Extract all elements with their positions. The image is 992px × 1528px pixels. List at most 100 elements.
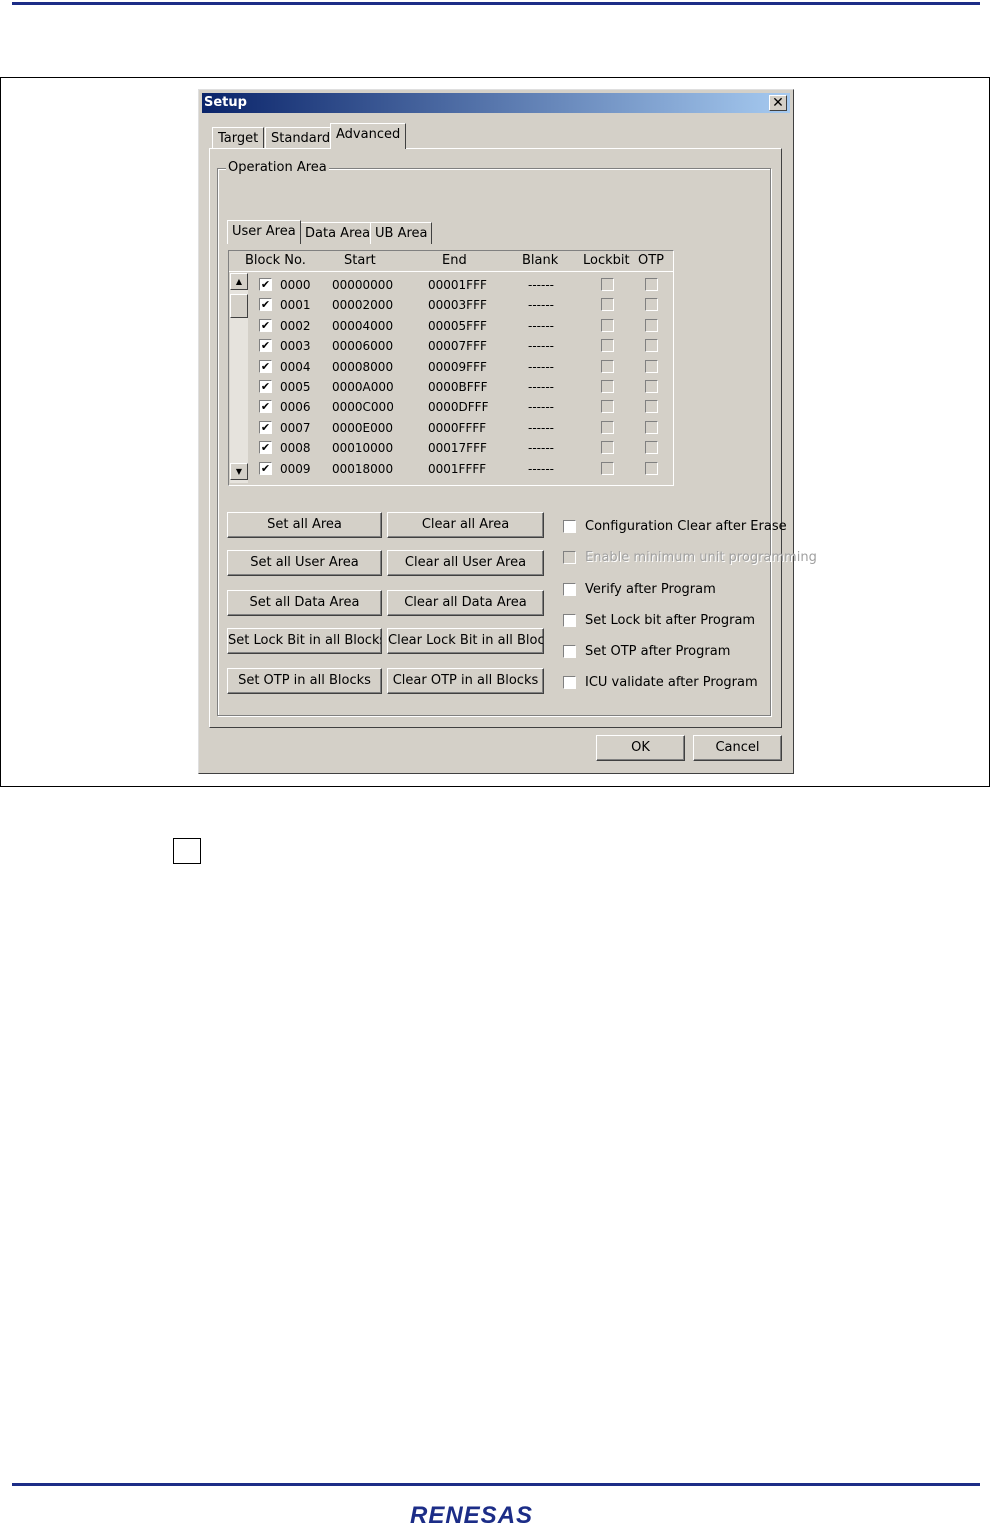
- ok-button[interactable]: OK: [596, 735, 685, 761]
- row-enable-checkbox[interactable]: ✔: [259, 441, 272, 455]
- cell-start: 0000C000: [332, 400, 394, 415]
- cell-otp-checkbox[interactable]: [645, 298, 658, 312]
- cell-blank: ------: [528, 461, 554, 476]
- row-enable-checkbox[interactable]: ✔: [259, 359, 272, 373]
- column-lockbit[interactable]: Lockbit: [583, 253, 630, 268]
- row-enable-checkbox[interactable]: ✔: [259, 420, 272, 434]
- option-label: Set Lock bit after Program: [585, 613, 756, 628]
- cell-block-no: 0009: [280, 461, 311, 476]
- dialog-titlebar[interactable]: Setup ✕: [202, 93, 790, 113]
- cell-lockbit-checkbox[interactable]: [601, 420, 614, 434]
- cell-otp-checkbox[interactable]: [645, 400, 658, 414]
- cell-block-no: 0008: [280, 441, 311, 456]
- cell-otp-checkbox[interactable]: [645, 278, 658, 291]
- cell-otp-checkbox[interactable]: [645, 318, 658, 332]
- cell-block-no: 0004: [280, 359, 311, 374]
- cell-block-no: 0001: [280, 298, 311, 313]
- button-clear-all-area[interactable]: Clear all Area: [387, 512, 544, 538]
- cell-lockbit-checkbox[interactable]: [601, 318, 614, 332]
- cell-otp-checkbox[interactable]: [645, 359, 658, 373]
- row-enable-checkbox[interactable]: ✔: [259, 318, 272, 332]
- tab-advanced[interactable]: Advanced: [330, 123, 407, 149]
- cell-block-no: 0006: [280, 400, 311, 415]
- cell-otp-checkbox[interactable]: [645, 380, 658, 393]
- cell-end: 0000FFFF: [428, 420, 487, 435]
- scroll-down-icon: ▼: [235, 467, 243, 476]
- footer-rule: [12, 1483, 980, 1486]
- cell-blank: ------: [528, 380, 554, 394]
- cell-lockbit-checkbox[interactable]: [601, 400, 614, 414]
- cell-start: 00002000: [332, 298, 394, 313]
- cell-start: 00010000: [332, 441, 394, 456]
- cell-otp-checkbox[interactable]: [645, 420, 658, 434]
- button-set-all-user-area[interactable]: Set all User Area: [227, 550, 382, 576]
- button-set-lock-bit-in-all-blocks[interactable]: Set Lock Bit in all Blocks: [227, 628, 382, 654]
- row-enable-checkbox[interactable]: ✔: [259, 380, 272, 393]
- table-row[interactable]: ✔ 0008 00010000 00017FFF ------: [249, 438, 673, 458]
- button-clear-all-data-area[interactable]: Clear all Data Area: [387, 590, 544, 616]
- table-row[interactable]: ✔ 0007 0000E000 0000FFFF ------: [249, 418, 673, 438]
- operation-area-label: Operation Area: [226, 160, 329, 175]
- cell-end: 00005FFF: [428, 318, 487, 333]
- button-set-all-data-area[interactable]: Set all Data Area: [227, 590, 382, 616]
- cell-lockbit-checkbox[interactable]: [601, 359, 614, 373]
- cell-otp-checkbox[interactable]: [645, 461, 658, 475]
- subtab-data-area[interactable]: Data Area: [300, 222, 376, 244]
- cell-lockbit-checkbox[interactable]: [601, 278, 614, 291]
- row-enable-checkbox[interactable]: ✔: [259, 461, 272, 475]
- block-list[interactable]: Block No. Start End Blank Lockbit OTP ▲ …: [228, 250, 674, 486]
- scroll-up-button[interactable]: ▲: [230, 273, 248, 290]
- row-enable-checkbox[interactable]: ✔: [259, 400, 272, 414]
- table-row[interactable]: ✔ 0006 0000C000 0000DFFF ------: [249, 397, 673, 417]
- renesas-logo: RENESAS: [410, 1502, 532, 1526]
- button-set-all-area[interactable]: Set all Area: [227, 512, 382, 538]
- option-checkbox[interactable]: [563, 676, 576, 689]
- option-checkbox[interactable]: [563, 520, 576, 533]
- cell-otp-checkbox[interactable]: [645, 339, 658, 353]
- button-set-otp-in-all-blocks[interactable]: Set OTP in all Blocks: [227, 668, 382, 694]
- note-box: [173, 838, 201, 864]
- cell-lockbit-checkbox[interactable]: [601, 380, 614, 393]
- row-enable-checkbox[interactable]: ✔: [259, 298, 272, 312]
- cell-lockbit-checkbox[interactable]: [601, 339, 614, 353]
- column-otp[interactable]: OTP: [638, 253, 664, 268]
- table-row[interactable]: ✔ 0003 00006000 00007FFF ------: [249, 336, 673, 356]
- table-row[interactable]: ✔ 0005 0000A000 0000BFFF ------: [249, 377, 673, 397]
- operation-area-group: Operation Area User Area Data Area UB Ar…: [217, 160, 817, 716]
- button-clear-all-user-area[interactable]: Clear all User Area: [387, 550, 544, 576]
- cell-end: 0000BFFF: [428, 380, 488, 394]
- row-enable-checkbox[interactable]: ✔: [259, 278, 272, 291]
- scroll-thumb[interactable]: [230, 294, 248, 318]
- button-clear-lock-bit-in-all-blocks[interactable]: Clear Lock Bit in all Blocks: [387, 628, 544, 654]
- table-row[interactable]: ✔ 0002 00004000 00005FFF ------: [249, 316, 673, 336]
- scroll-down-button[interactable]: ▼: [230, 463, 248, 480]
- cell-start: 00018000: [332, 461, 394, 476]
- cell-lockbit-checkbox[interactable]: [601, 298, 614, 312]
- column-start[interactable]: Start: [344, 253, 376, 268]
- table-row[interactable]: ✔ 0009 00018000 0001FFFF ------: [249, 459, 673, 479]
- tab-standard[interactable]: Standard: [265, 127, 337, 149]
- button-clear-otp-in-all-blocks[interactable]: Clear OTP in all Blocks: [387, 668, 544, 694]
- option-checkbox[interactable]: [563, 645, 576, 658]
- cancel-button[interactable]: Cancel: [693, 735, 782, 761]
- tab-target[interactable]: Target: [212, 127, 265, 149]
- column-block-no[interactable]: Block No.: [245, 253, 306, 268]
- row-enable-checkbox[interactable]: ✔: [259, 339, 272, 353]
- option-checkbox[interactable]: [563, 614, 576, 627]
- table-row[interactable]: ✔ 0000 00000000 00001FFF ------: [249, 275, 673, 295]
- cell-lockbit-checkbox[interactable]: [601, 441, 614, 455]
- option-label: Enable minimum unit programming: [585, 550, 817, 565]
- subtab-user-area[interactable]: User Area: [227, 220, 301, 244]
- column-end[interactable]: End: [442, 253, 467, 268]
- table-row[interactable]: ✔ 0001 00002000 00003FFF ------: [249, 295, 673, 315]
- cell-block-no: 0003: [280, 339, 311, 354]
- cell-blank: ------: [528, 278, 554, 292]
- close-button[interactable]: ✕: [769, 95, 787, 111]
- vertical-scrollbar[interactable]: ▲ ▼: [230, 273, 248, 483]
- cell-lockbit-checkbox[interactable]: [601, 461, 614, 475]
- column-blank[interactable]: Blank: [522, 253, 558, 268]
- cell-otp-checkbox[interactable]: [645, 441, 658, 455]
- option-checkbox[interactable]: [563, 583, 576, 596]
- subtab-ub-area[interactable]: UB Area: [370, 222, 433, 244]
- table-row[interactable]: ✔ 0004 00008000 00009FFF ------: [249, 357, 673, 377]
